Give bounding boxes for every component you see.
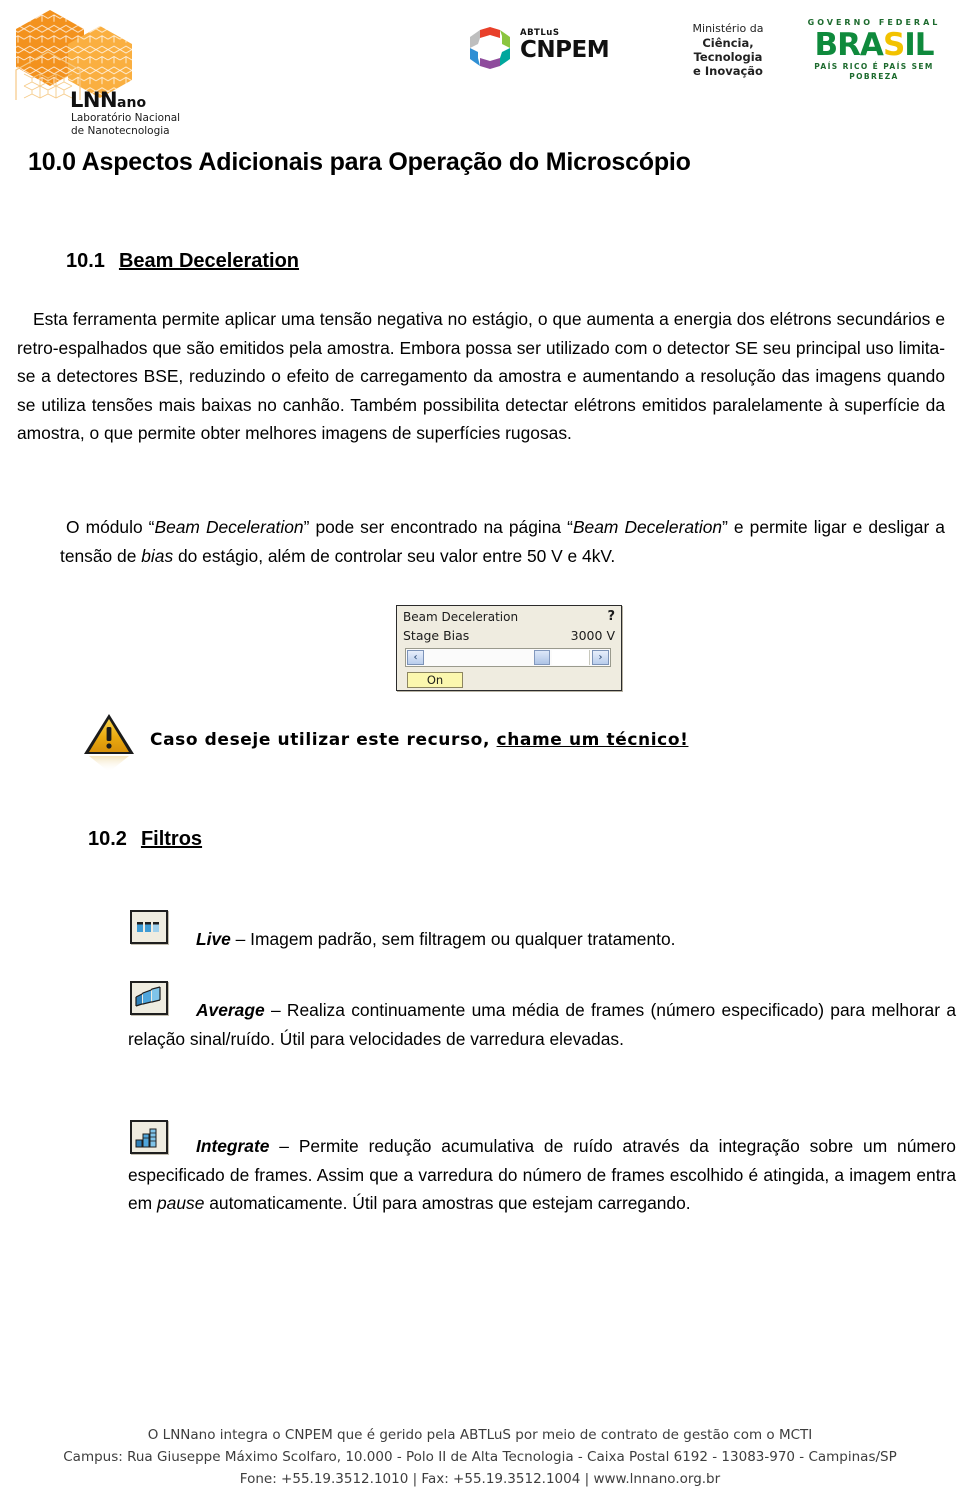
brasil-tagline: PAÍS RICO É PAÍS SEM POBREZA — [814, 62, 934, 81]
warning-text-plain: Caso deseje utilizar este recurso, — [150, 730, 497, 750]
filter-name-integrate: Integrate — [196, 1136, 270, 1156]
filter-description-average: Average – Realiza continuamente uma médi… — [128, 996, 956, 1053]
filter-name-average: Average — [196, 1000, 265, 1020]
filter-description-live: Live – Imagem padrão, sem filtragem ou q… — [128, 925, 948, 954]
filter-text-live: Imagem padrão, sem filtragem ou qualquer… — [250, 929, 676, 949]
filter-description-integrate: Integrate – Permite redução acumulativa … — [128, 1132, 956, 1218]
para2-b: ” pode ser encontrado na página “ — [303, 517, 573, 537]
page-title: 10.0 Aspectos Adicionais para Operação d… — [28, 148, 691, 176]
page-header: LNNano Laboratório Nacional de Nanotecno… — [0, 0, 960, 140]
warning-text-underlined: chame um técnico! — [496, 730, 689, 750]
filter-dash-average: – — [264, 1000, 287, 1020]
beam-deceleration-titlebar: Beam Deceleration ? — [403, 609, 615, 626]
cnpem-text: ABTLuS CNPEM — [520, 28, 610, 63]
slider-track-segment[interactable] — [552, 650, 590, 665]
governo-federal-logo: GOVERNO FEDERAL BRASIL PAÍS RICO É PAÍS … — [800, 18, 948, 82]
stage-bias-value: 3000 V — [570, 628, 615, 643]
lnnano-subtitle: Laboratório Nacional de Nanotecnologia — [71, 112, 201, 138]
stage-bias-label: Stage Bias — [403, 628, 470, 643]
para2-em2: Beam Deceleration — [572, 517, 723, 537]
filter-text-integrate-em: pause — [157, 1193, 205, 1213]
help-icon[interactable]: ? — [607, 609, 615, 624]
warning-message: Caso deseje utilizar este recurso, chame… — [150, 730, 688, 750]
footer-line-1: O LNNano integra o CNPEM que é gerido pe… — [147, 1427, 813, 1443]
paragraph-beam-deceleration-2: O módulo “Beam Deceleration” pode ser en… — [60, 513, 945, 570]
lnnano-word-small: ano — [117, 95, 147, 111]
warning-triangle-icon — [82, 712, 136, 774]
footer-line-2: Campus: Rua Giuseppe Máximo Scolfaro, 10… — [63, 1449, 897, 1465]
hexagon-mark-icon — [12, 8, 142, 125]
ministerio-line1: Ministério da — [692, 22, 764, 35]
heading-10-1-title: Beam Deceleration — [118, 250, 300, 272]
stage-bias-slider[interactable]: ‹ › — [405, 648, 611, 667]
lnnano-word-main: LNN — [70, 88, 118, 112]
para2-d: do estágio, além de controlar seu valor … — [173, 545, 616, 566]
ministerio-line2: Ciência, Tecnologia — [693, 36, 763, 64]
heading-filtros: 10.2 Filtros — [88, 828, 202, 851]
heading-beam-deceleration: 10.1 Beam Deceleration — [66, 250, 299, 273]
lnnano-subtitle-line1: Laboratório Nacional — [71, 112, 181, 124]
ministerio-logo: Ministério da Ciência, Tecnologia e Inov… — [668, 22, 788, 78]
brasil-wordmark-wrap: BRASIL — [800, 28, 948, 62]
filter-text-integrate-b: automaticamente. Útil para amostras que … — [204, 1193, 691, 1213]
footer-line-3: Fone: +55.19.3512.1010 | Fax: +55.19.351… — [239, 1471, 721, 1487]
cnpem-mark-icon — [468, 26, 512, 70]
beam-deceleration-panel-title: Beam Deceleration — [403, 610, 519, 624]
para2-a: O módulo “ — [66, 517, 155, 537]
para2-em3: bias — [141, 545, 174, 566]
slider-right-arrow-icon[interactable]: › — [592, 650, 609, 665]
cnpem-logo: ABTLuS CNPEM — [468, 24, 633, 72]
paragraph-beam-deceleration-1: Esta ferramenta permite aplicar uma tens… — [17, 309, 945, 443]
lnnano-wordmark: LNNano — [70, 90, 146, 111]
heading-10-1-number: 10.1 — [66, 250, 105, 272]
cnpem-name: CNPEM — [520, 37, 610, 63]
filter-dash-live: – — [230, 929, 251, 949]
brasil-wordmark: BRASIL — [814, 27, 934, 63]
ministerio-line3: e Inovação — [693, 64, 763, 78]
filter-dash-integrate: – — [269, 1136, 299, 1156]
slider-thumb[interactable] — [534, 650, 550, 665]
heading-10-2-number: 10.2 — [88, 828, 127, 850]
page-footer: O LNNano integra o CNPEM que é gerido pe… — [0, 1424, 960, 1490]
lnnano-subtitle-line2: de Nanotecnologia — [71, 125, 170, 137]
stage-bias-row: Stage Bias 3000 V — [403, 628, 615, 645]
filter-name-live: Live — [196, 929, 231, 949]
beam-deceleration-panel[interactable]: Beam Deceleration ? Stage Bias 3000 V ‹ … — [396, 605, 622, 691]
para2-em1: Beam Deceleration — [154, 517, 304, 537]
brasil-wordmark-text: BRASIL — [814, 27, 934, 63]
heading-10-2-title: Filtros — [140, 828, 203, 850]
slider-left-arrow-icon[interactable]: ‹ — [407, 650, 424, 665]
beam-deceleration-on-button[interactable]: On — [407, 672, 463, 688]
lnnano-logo: LNNano Laboratório Nacional de Nanotecno… — [12, 8, 197, 137]
